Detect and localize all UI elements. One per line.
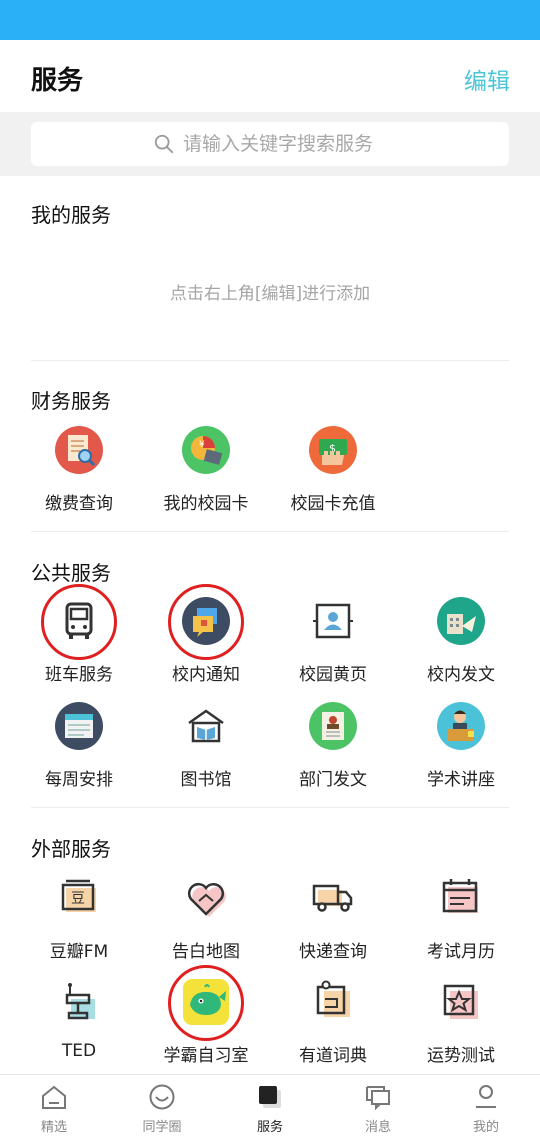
home-icon (42, 1085, 66, 1109)
yellow-pages-icon (313, 603, 353, 639)
service-label: 豆瓣FM (49, 942, 109, 962)
service-campus-card[interactable]: ¥ 我的校园卡 (141, 425, 271, 525)
service-label: 考试月历 (427, 942, 495, 962)
tab-label: 我的 (472, 1120, 499, 1135)
smile-icon (149, 1084, 175, 1110)
truck-icon (312, 884, 353, 912)
profile-icon (476, 1085, 496, 1108)
edit-button[interactable]: 编辑 (464, 62, 510, 96)
tab-classmates[interactable]: 同学圈 (108, 1075, 216, 1140)
public-title: 公共服务 (31, 561, 111, 585)
document-icon (437, 597, 485, 645)
service-card-recharge[interactable]: $ 校园卡充值 (268, 425, 398, 525)
service-bus[interactable]: 班车服务 (14, 584, 144, 696)
tab-featured[interactable]: 精选 (0, 1075, 108, 1140)
radio-icon: 豆 (61, 879, 96, 912)
service-library[interactable]: 图书馆 (141, 701, 271, 801)
highlight-ring (41, 584, 117, 660)
service-label: 校内通知 (172, 665, 240, 685)
svg-text:豆: 豆 (71, 891, 85, 907)
department-doc-icon (309, 702, 357, 750)
external-title: 外部服务 (31, 837, 111, 861)
service-exam-calendar[interactable]: 考试月历 (396, 873, 526, 973)
search-box[interactable] (31, 122, 509, 166)
my-services-hint: 点击右上角[编辑]进行添加 (169, 284, 371, 304)
service-label: 缴费查询 (45, 494, 113, 514)
tab-label: 同学圈 (142, 1120, 182, 1135)
highlight-ring (168, 584, 244, 660)
weekly-schedule-icon (55, 702, 103, 750)
tab-profile[interactable]: 我的 (432, 1075, 540, 1140)
search-bar (0, 112, 540, 176)
bill-search-icon (55, 426, 103, 474)
podium-icon (65, 983, 95, 1020)
svg-text:¥: ¥ (199, 440, 205, 450)
bottom-nav: 精选 同学圈 服务 消息 我的 (0, 1074, 540, 1140)
calendar-icon (442, 879, 478, 913)
service-label: 运势测试 (427, 1046, 495, 1066)
heart-icon (188, 883, 226, 917)
service-bill-search[interactable]: 缴费查询 (14, 425, 144, 525)
service-love-map[interactable]: 告白地图 (141, 873, 271, 973)
service-document[interactable]: 校内发文 (396, 596, 526, 696)
campus-card-icon: ¥ (182, 426, 230, 474)
my-services-title: 我的服务 (31, 203, 111, 227)
service-express[interactable]: 快递查询 (268, 873, 398, 973)
service-department-doc[interactable]: 部门发文 (268, 701, 398, 801)
finance-title: 财务服务 (31, 389, 111, 413)
service-label: 图书馆 (180, 770, 232, 790)
service-label: 我的校园卡 (163, 494, 249, 514)
service-icon (259, 1086, 281, 1108)
service-youdao-dict[interactable]: 有道词典 (268, 977, 398, 1077)
message-icon (366, 1086, 390, 1111)
service-label: 有道词典 (299, 1046, 367, 1066)
service-weekly-schedule[interactable]: 每周安排 (14, 701, 144, 801)
header: 服务 编辑 (0, 40, 540, 112)
highlight-ring (168, 965, 244, 1041)
service-label: 校园黄页 (299, 665, 367, 685)
search-icon (154, 134, 174, 154)
card-recharge-icon: $ (309, 426, 357, 474)
divider (31, 807, 509, 808)
service-lecture[interactable]: 学术讲座 (396, 701, 526, 801)
service-study-room[interactable]: 学霸自习室 (141, 965, 271, 1077)
service-label: 每周安排 (45, 770, 113, 790)
tab-label: 服务 (256, 1120, 283, 1135)
library-icon (188, 709, 224, 743)
service-yellow-pages[interactable]: 校园黄页 (268, 596, 398, 696)
dictionary-icon (316, 980, 350, 1017)
service-label: TED (61, 1041, 97, 1061)
search-input[interactable] (183, 126, 483, 162)
divider (31, 531, 509, 532)
service-douban-fm[interactable]: 豆 豆瓣FM (14, 873, 144, 973)
service-label: 班车服务 (45, 665, 113, 685)
service-label: 快递查询 (299, 942, 367, 962)
tab-services[interactable]: 服务 (216, 1075, 324, 1140)
service-label: 部门发文 (299, 770, 367, 790)
service-label: 学霸自习室 (163, 1046, 249, 1066)
service-label: 学术讲座 (427, 770, 495, 790)
status-bar (0, 0, 540, 40)
service-label: 校园卡充值 (290, 494, 376, 514)
tab-messages[interactable]: 消息 (324, 1075, 432, 1140)
service-label: 告白地图 (172, 942, 240, 962)
service-fortune[interactable]: 运势测试 (396, 977, 526, 1077)
lecture-icon (437, 702, 485, 750)
fortune-star-icon (443, 984, 478, 1019)
tab-label: 消息 (364, 1120, 391, 1135)
service-label: 校内发文 (427, 665, 495, 685)
service-notice[interactable]: 校内通知 (141, 584, 271, 696)
divider (31, 360, 509, 361)
tab-label: 精选 (40, 1120, 67, 1135)
page-title: 服务 (31, 66, 84, 96)
service-ted[interactable]: TED (14, 977, 144, 1077)
